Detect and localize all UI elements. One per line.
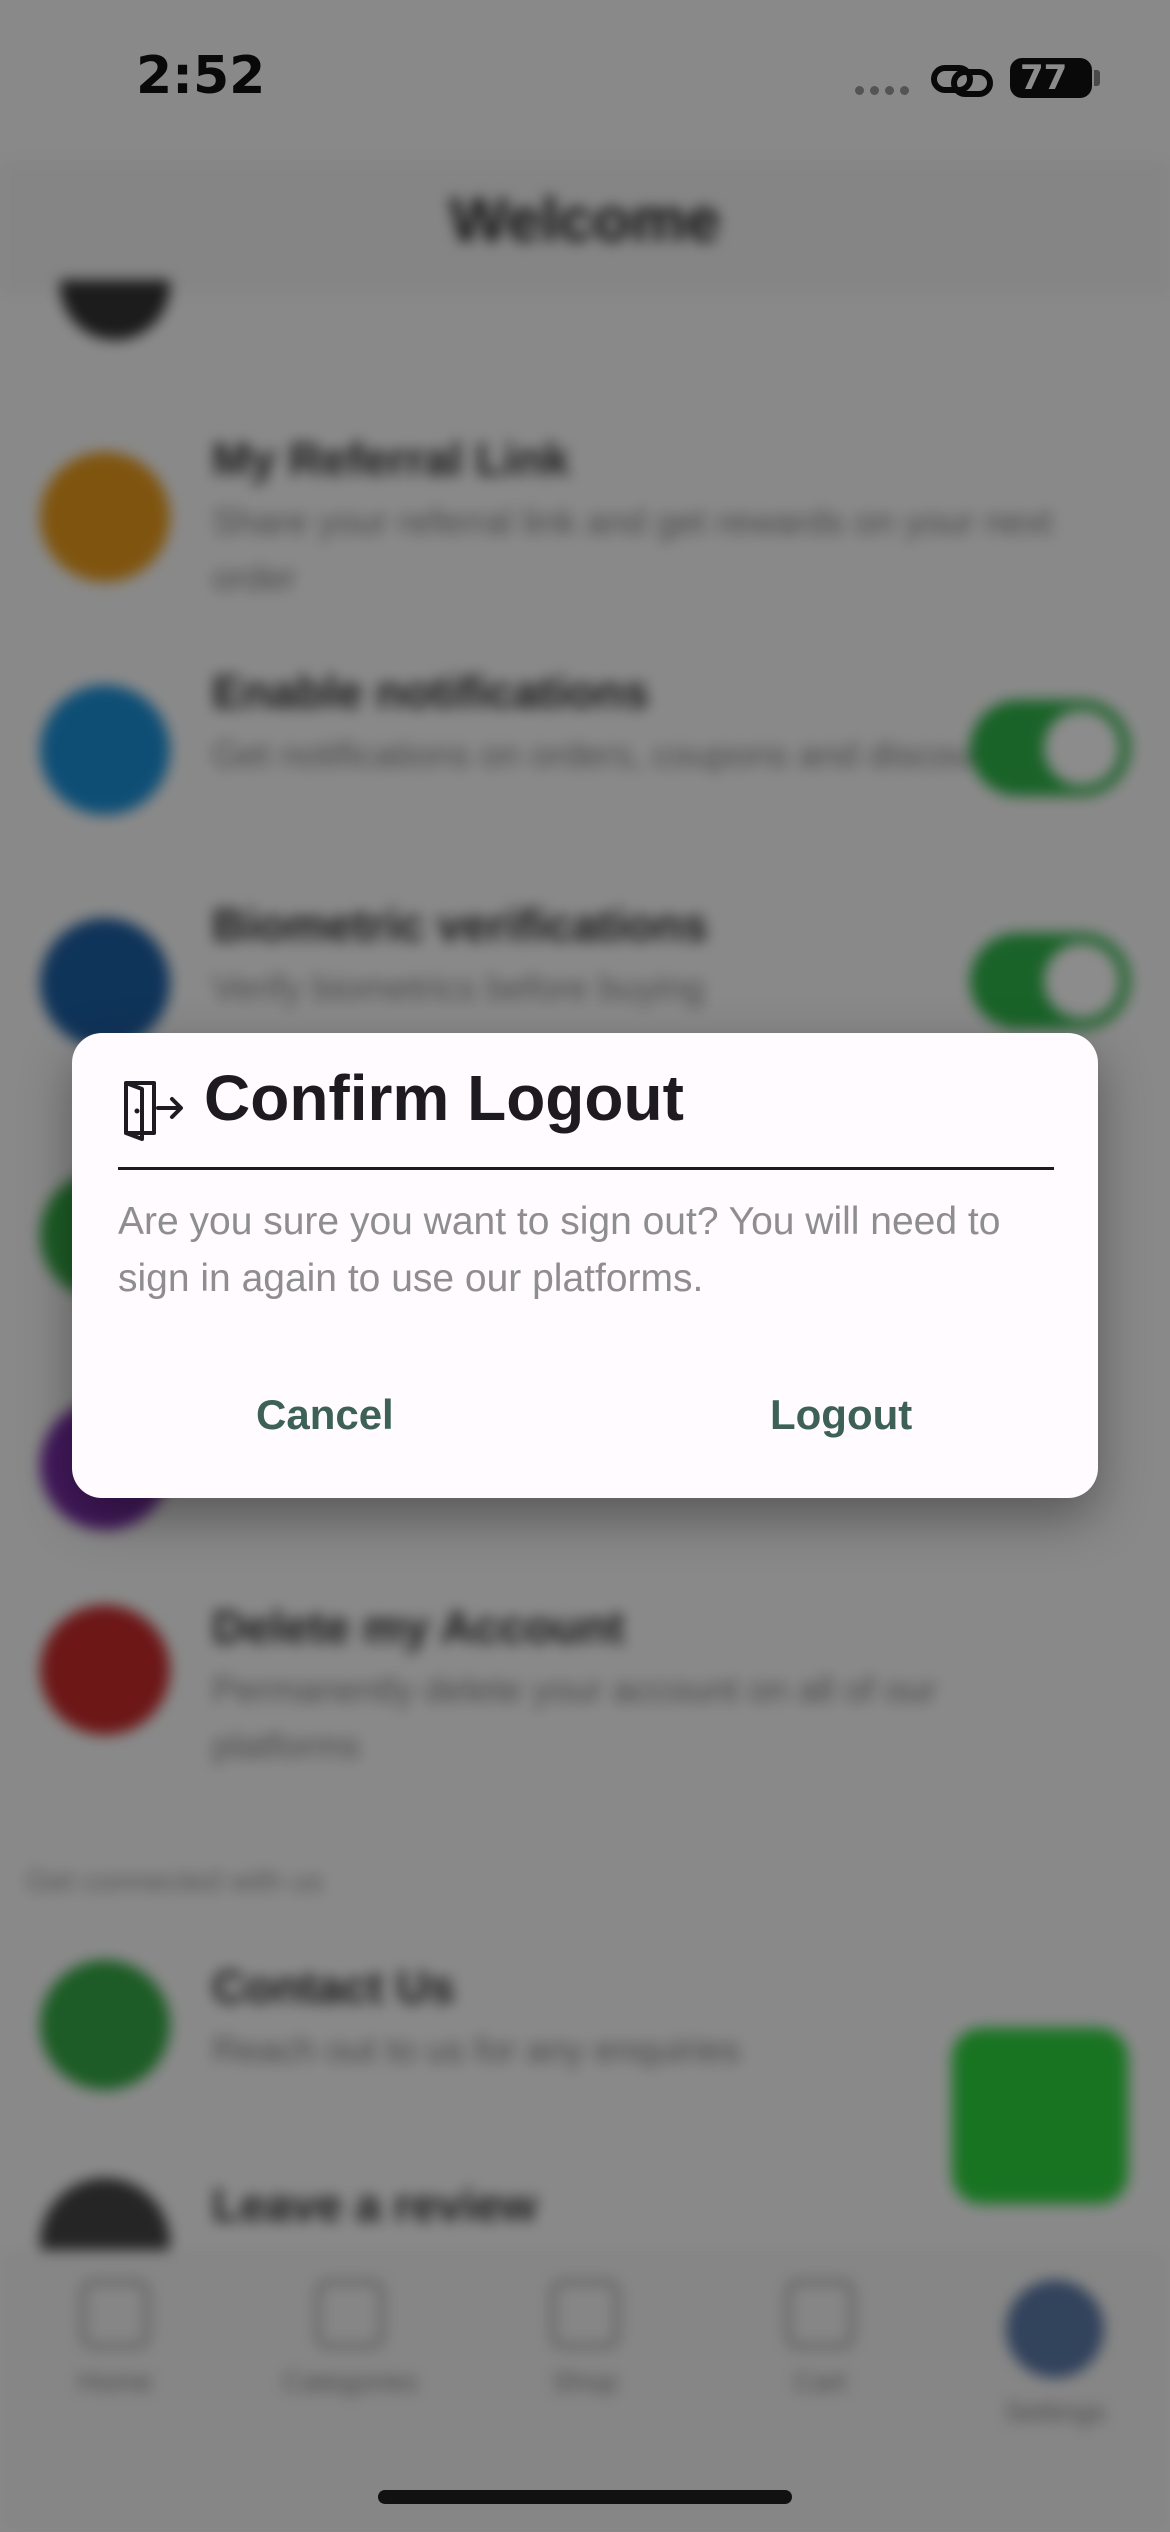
logout-button[interactable]: Logout (770, 1391, 912, 1439)
dialog-title: Confirm Logout (204, 1062, 684, 1134)
dialog-divider (118, 1167, 1054, 1170)
logout-dialog: Confirm Logout Are you sure you want to … (72, 1033, 1098, 1498)
logout-icon (124, 1081, 183, 1141)
home-indicator[interactable] (378, 2490, 792, 2504)
cancel-button[interactable]: Cancel (256, 1391, 394, 1439)
app-screen: Welcome My Referral Link Share your refe… (0, 0, 1170, 2532)
dialog-message: Are you sure you want to sign out? You w… (118, 1200, 1001, 1300)
